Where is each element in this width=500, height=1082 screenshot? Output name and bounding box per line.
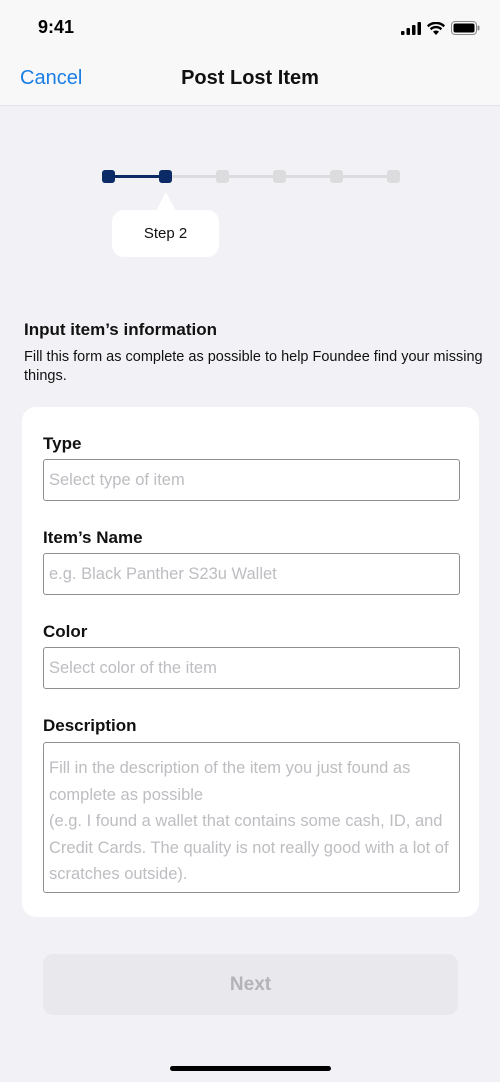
battery-icon [451,21,480,35]
step-1-indicator [102,170,115,183]
type-label: Type [43,434,82,453]
step-3-indicator [216,170,229,183]
color-label: Color [43,622,88,641]
step-progress [0,160,500,200]
description-textarea[interactable]: Fill in the description of the item you … [43,742,460,893]
status-icons [401,18,480,38]
top-bar: 9:41 Cancel Post Lost Item [0,0,500,106]
description-label: Description [43,716,137,735]
type-select[interactable]: Select type of item [43,459,460,501]
item-name-input[interactable]: e.g. Black Panther S23u Wallet [43,553,460,595]
status-time: 9:41 [38,17,75,37]
step-2-indicator [159,170,172,183]
home-indicator [170,1066,331,1071]
step-4-indicator [273,170,286,183]
page-title: Post Lost Item [181,67,319,89]
item-form-card: Type Select type of item Item’s Name e.g… [22,407,479,917]
section-description: Fill this form as complete as possible t… [24,349,483,384]
wifi-icon [427,21,445,35]
next-button[interactable]: Next [43,954,458,1015]
step-tooltip: Step 2 [112,210,219,257]
item-name-label: Item’s Name [43,528,143,547]
section-heading: Input item’s information [24,320,217,339]
signal-icon [401,21,421,35]
step-6-indicator [387,170,400,183]
color-select[interactable]: Select color of the item [43,647,460,689]
tooltip-arrow [156,192,176,211]
step-5-indicator [330,170,343,183]
